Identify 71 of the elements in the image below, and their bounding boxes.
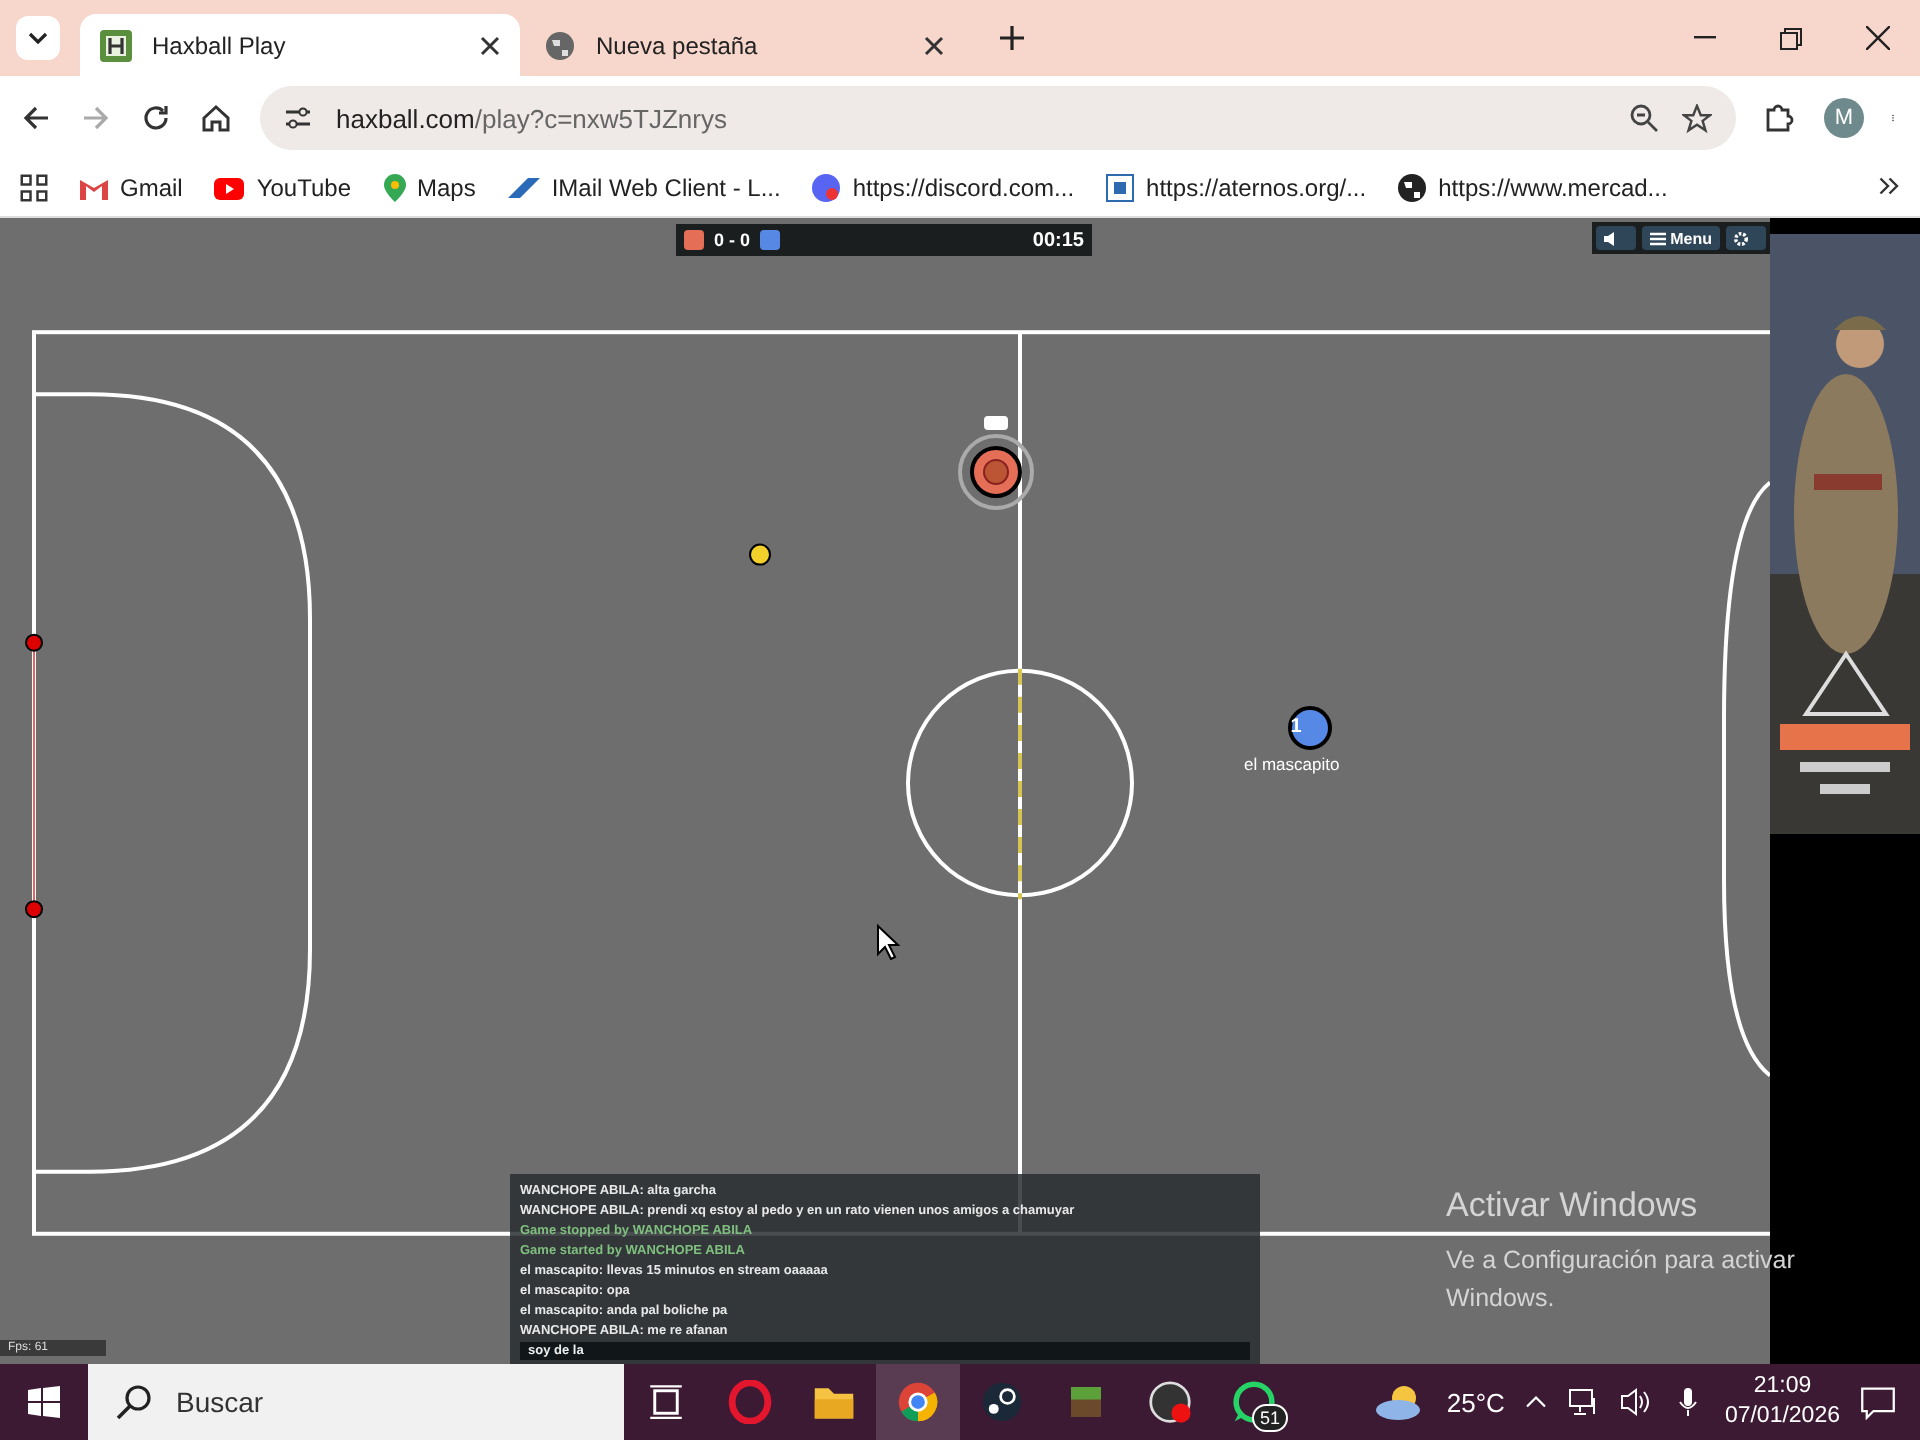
back-arrow-icon[interactable] [20,102,52,134]
globe-icon [1398,174,1427,202]
weather-temperature[interactable]: 25°C [1446,1387,1505,1417]
restore-icon[interactable] [1780,27,1802,49]
notifications-icon[interactable] [1860,1384,1896,1420]
bookmark-link[interactable]: https://discord.com... [812,174,1075,202]
settings-button[interactable] [1726,226,1766,250]
zoom-icon[interactable] [1630,104,1658,132]
home-icon[interactable] [200,102,232,134]
chrome-icon[interactable] [896,1380,940,1424]
activation-title: Activar Windows [1446,1186,1700,1226]
settings-icon [1734,231,1748,245]
close-icon[interactable] [924,35,944,55]
taskbar-clock[interactable]: 21:09 07/01/2026 [1724,1372,1840,1432]
tab-title: Nueva pestaña [596,31,760,59]
notification-badge: 51 [1251,1404,1288,1432]
apps-grid-icon[interactable] [20,174,48,202]
player-name: el mascapito [1244,754,1340,774]
bookmark-link[interactable]: Gmail [80,174,183,202]
opera-icon[interactable] [728,1380,772,1424]
map-pin-icon [383,174,405,202]
clock-date: 07/01/2026 [1724,1402,1840,1432]
reload-icon[interactable] [140,102,172,134]
whatsapp-icon[interactable] [1232,1380,1276,1424]
chevron-down-icon [28,32,48,44]
plus-icon[interactable] [999,26,1023,50]
play-icon [214,177,245,199]
network-icon[interactable] [1568,1386,1601,1418]
menu-icon [1650,231,1667,245]
clock-time: 21:09 [1753,1372,1812,1402]
globe-icon [544,29,576,61]
tab-title: Haxball Play [152,31,288,59]
profile-avatar[interactable]: M [1824,98,1864,138]
grid-icon [1106,174,1135,202]
chevron-double-right-icon[interactable] [1876,173,1900,197]
speaker-icon [1604,231,1617,245]
team-square-icon [760,230,781,250]
bookmark-link[interactable]: IMail Web Client - L... [507,174,781,202]
close-icon[interactable] [1865,26,1889,50]
minimize-icon[interactable] [1694,36,1716,40]
windows-start-icon[interactable] [28,1386,60,1418]
bookmark-link[interactable]: https://www.mercad... [1398,174,1668,202]
mail-icon [80,177,108,199]
close-icon[interactable] [480,35,500,55]
wing-icon [507,178,540,198]
team-square-icon [684,230,704,250]
menu-button[interactable]: Menu [1642,226,1720,250]
browser-tab[interactable]: Nueva pestaña [524,14,964,76]
address-bar[interactable]: haxball.com/play?c=nxw5TJZnrys [260,86,1736,150]
obs-icon[interactable] [1148,1380,1192,1424]
task-view-icon[interactable] [648,1384,684,1420]
discord-icon [812,174,841,202]
sound-button[interactable] [1596,226,1637,250]
bookmark-link[interactable]: https://aternos.org/... [1106,174,1367,202]
browser-tab[interactable]: Haxball Play [80,14,520,76]
tab-search-button[interactable] [16,16,60,60]
bookmark-link[interactable]: Maps [383,174,476,202]
url-text: haxball.com/play?c=nxw5TJZnrys [336,103,729,133]
favicon-icon [100,29,132,61]
taskbar-search-field[interactable]: Buscar [88,1364,624,1440]
site-settings-icon [284,104,312,132]
bookmark-link[interactable]: YouTube [214,174,351,202]
speaker-icon[interactable] [1620,1386,1653,1418]
search-icon [116,1384,152,1420]
mouse-cursor-icon [876,924,900,960]
steam-icon[interactable] [980,1380,1024,1424]
grass-block-icon[interactable] [1066,1382,1106,1422]
puzzle-icon[interactable] [1764,102,1796,134]
score-text: 0 - 0 [714,230,751,250]
match-timer: 00:15 [1032,229,1084,251]
star-icon[interactable] [1682,103,1712,133]
